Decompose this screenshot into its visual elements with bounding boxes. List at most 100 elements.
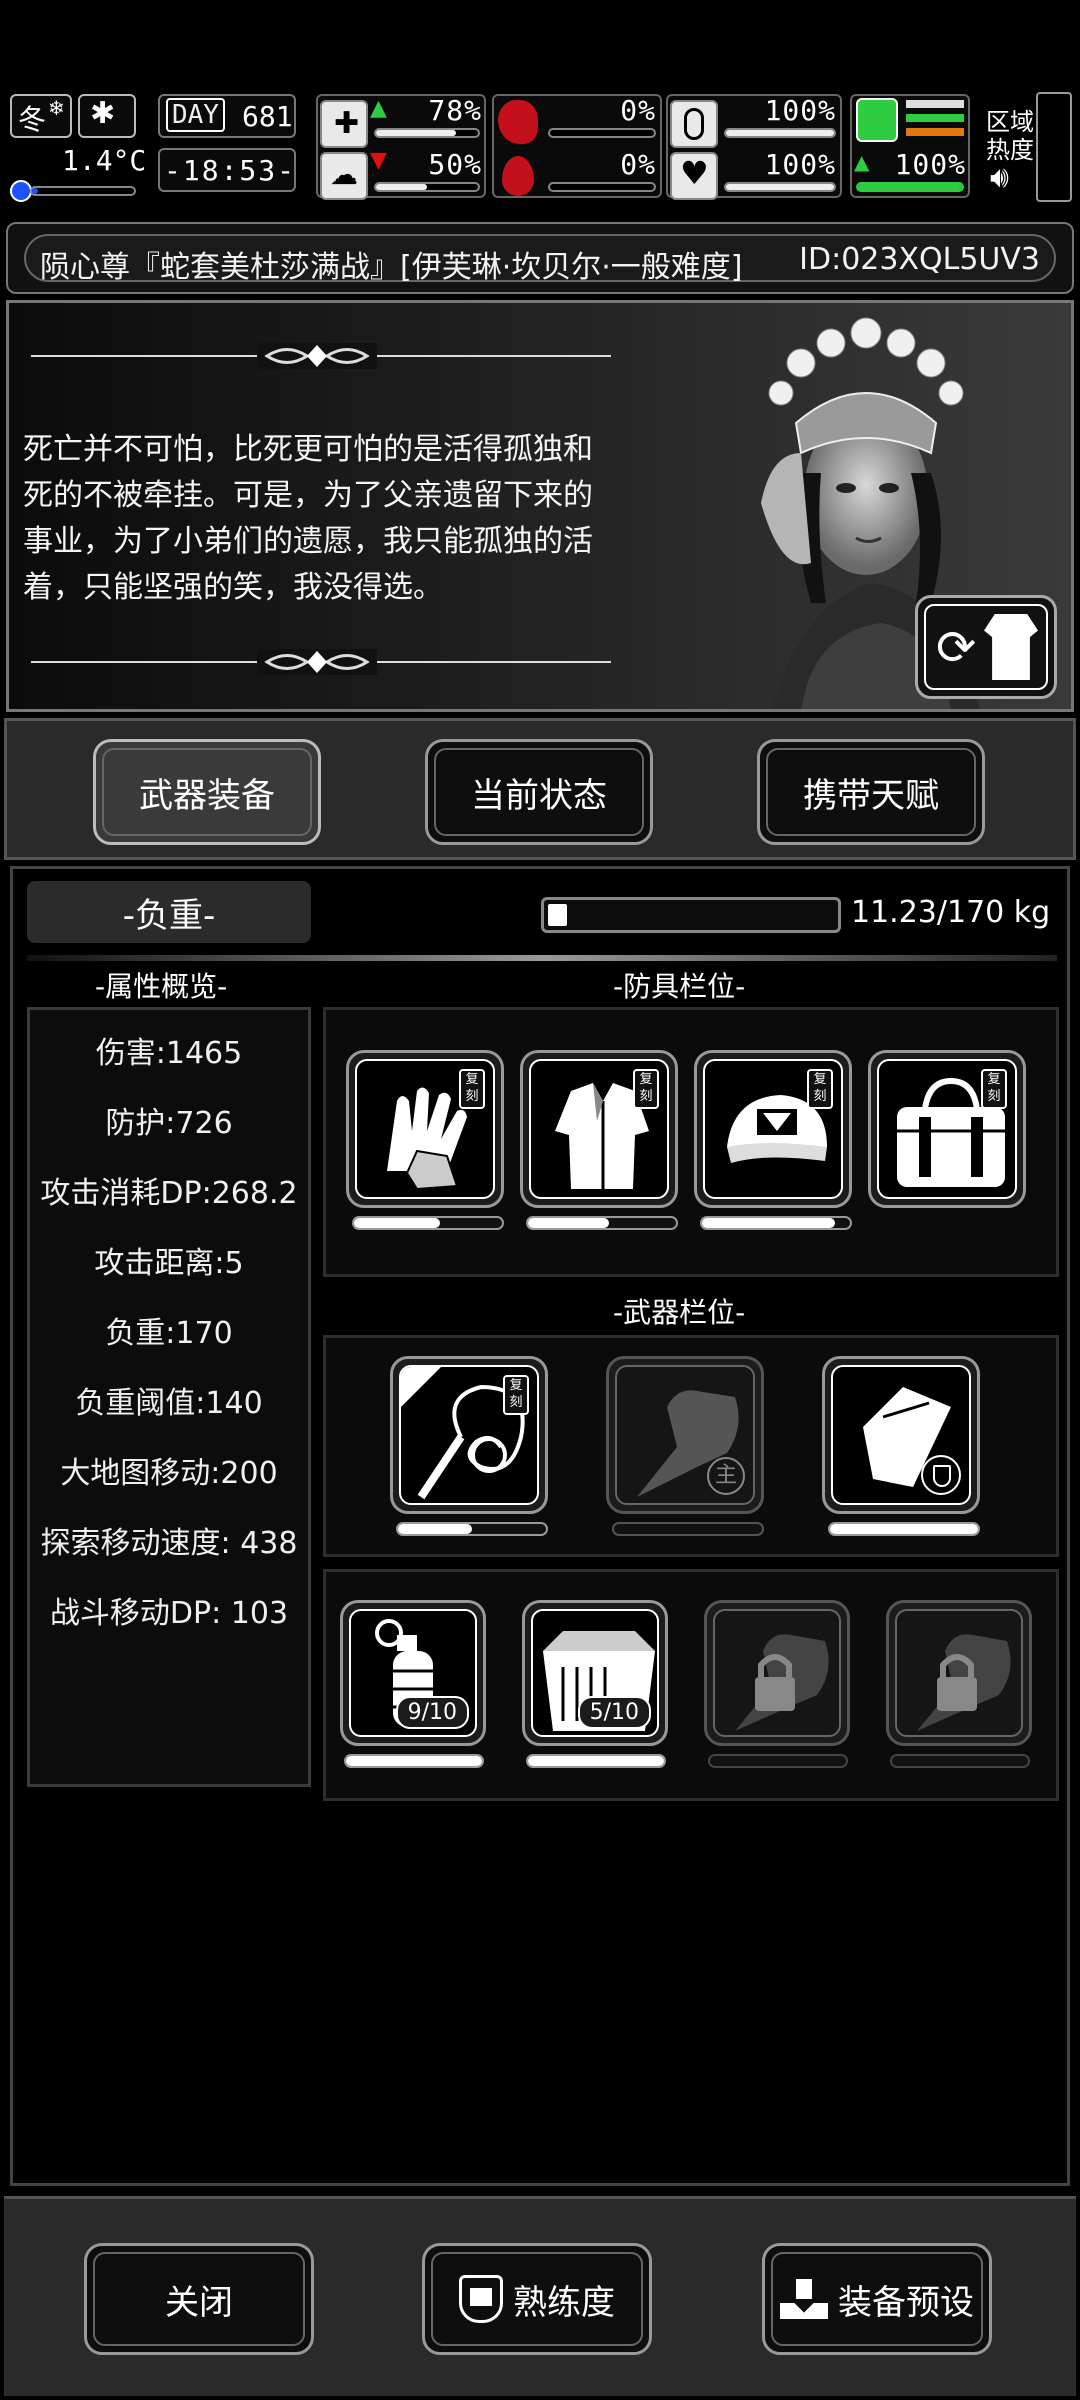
consumable-slot-crate[interactable]: 5/10 <box>522 1600 668 1746</box>
speaker-icon[interactable]: 🔊︎ <box>990 160 1009 195</box>
season-label: 冬 <box>18 103 47 136</box>
health-pct: 78% <box>428 94 482 127</box>
heart-pct: 100% <box>764 148 836 181</box>
wind-icon: ✱ <box>78 94 136 138</box>
brain-bar <box>374 182 480 192</box>
proficiency-icon <box>459 2275 503 2323</box>
medkit-icon: ✚ <box>320 100 368 148</box>
coat-durability <box>526 1216 678 1230</box>
blood-pct: 0% <box>620 148 656 181</box>
attr-map-move: 大地图移动:200 <box>60 1456 278 1491</box>
clock-value: -18:53- <box>164 154 297 187</box>
refresh-icon: ⟳ <box>936 620 977 676</box>
pill-icon <box>670 100 718 148</box>
tab-row: 武器装备 当前状态 携带天赋 <box>4 718 1076 860</box>
preset-icon <box>780 2279 828 2319</box>
armor-slot-bag[interactable]: 复刻 <box>868 1050 1026 1208</box>
lock-icon <box>735 1634 829 1731</box>
health-bar <box>374 128 480 138</box>
consumable-slot-locked-1 <box>704 1600 850 1746</box>
player-id: ID:023XQL5UV3 <box>799 242 1040 277</box>
gloves-durability <box>352 1216 504 1230</box>
main-weapon-durability <box>612 1522 764 1536</box>
clock-box: -18:53- <box>158 148 296 192</box>
stamina-pct: 100% <box>894 148 966 181</box>
preset-label: 装备预设 <box>838 2282 974 2323</box>
thermometer-icon <box>10 180 32 202</box>
attr-explore-speed: 探索移动速度: 438 <box>40 1526 298 1561</box>
close-button[interactable]: 关闭 <box>84 2243 314 2355</box>
attr-carry: 负重:170 <box>105 1316 233 1351</box>
armor-title: -防具栏位- <box>613 970 746 1003</box>
weapon-slot-shield[interactable] <box>822 1356 980 1514</box>
armor-slot-gloves[interactable]: 复刻 <box>346 1050 504 1208</box>
day-label: DAY <box>166 98 225 132</box>
status-bar: 冬 ❄ ✱ 1.4°C DAY 681 -18:53- ✚ ▲ 78% ☁ ▼ … <box>0 88 1080 208</box>
attr-title: -属性概览- <box>95 970 228 1003</box>
day-value: 681 <box>242 100 293 133</box>
character-title: 陨心尊『蛇套美杜莎满战』[伊芙琳·坎贝尔·一般难度] <box>40 250 743 285</box>
blood-drop-icon <box>502 156 534 196</box>
arrow-up-icon: ▲ <box>370 96 387 121</box>
tab-talents-label: 携带天赋 <box>803 775 939 816</box>
weight-bar-fill <box>548 904 567 926</box>
season-badge: 冬 ❄ <box>10 94 72 138</box>
bottom-bar: 关闭 熟练度 装备预设 <box>4 2196 1076 2396</box>
weight-separator <box>27 955 1057 961</box>
weapon-slots: 复刻 主 <box>323 1335 1059 1557</box>
stamina-arrow-up-icon: ▲ <box>854 150 870 174</box>
attr-attack-dp: 攻击消耗DP:268.2 <box>40 1176 298 1211</box>
switch-outfit-button[interactable]: ⟳ <box>915 595 1057 699</box>
equipment-preset-button[interactable]: 装备预设 <box>762 2243 992 2355</box>
stomach-icon <box>498 100 538 144</box>
proficiency-button[interactable]: 熟练度 <box>422 2243 652 2355</box>
brain-icon: ☁ <box>320 152 368 200</box>
cap-durability <box>700 1216 852 1230</box>
equipment-panel: -负重- 11.23/170 kg -属性概览- -防具栏位- 伤害:1465 … <box>10 866 1070 2186</box>
crate-count: 5/10 <box>577 1696 651 1729</box>
weight-bar <box>541 897 841 933</box>
weapon-slot-whip[interactable]: 复刻 <box>390 1356 548 1514</box>
blood-bar <box>548 182 656 192</box>
weight-label: -负重- <box>27 881 311 943</box>
crate-bar <box>526 1754 666 1768</box>
weight-value: 11.23/170 kg <box>851 895 1051 930</box>
consumable-slot-locked-2 <box>886 1600 1032 1746</box>
armor-slot-cap[interactable]: 复刻 <box>694 1050 852 1208</box>
title-bar: 陨心尊『蛇套美杜莎满战』[伊芙琳·坎贝尔·一般难度] ID:023XQL5UV3 <box>6 222 1074 294</box>
locked-bar-2 <box>890 1754 1030 1768</box>
heart-bar <box>724 182 836 192</box>
proficiency-label: 熟练度 <box>513 2282 615 2323</box>
attr-carry-threshold: 负重阈值:140 <box>75 1386 263 1421</box>
zone-heat-meter <box>1036 92 1072 202</box>
title-inner: 陨心尊『蛇套美杜莎满战』[伊芙琳·坎贝尔·一般难度] ID:023XQL5UV3 <box>24 234 1056 285</box>
stamina-stripes <box>906 100 964 140</box>
locked-bar-1 <box>708 1754 848 1768</box>
boot-icon <box>856 98 898 142</box>
ornament-bottom-icon <box>257 649 377 675</box>
replica-tag: 复刻 <box>807 1069 833 1109</box>
consumable-slot-grenade[interactable]: 9/10 <box>340 1600 486 1746</box>
main-weapon-badge: 主 <box>707 1457 745 1495</box>
tab-status[interactable]: 当前状态 <box>425 739 653 845</box>
replica-tag: 复刻 <box>503 1375 529 1415</box>
temperature-bar <box>30 186 136 196</box>
weapon-slot-main-empty[interactable]: 主 <box>606 1356 764 1514</box>
arrow-down-icon: ▼ <box>370 148 387 173</box>
armor-slot-coat[interactable]: 复刻 <box>520 1050 678 1208</box>
pill-bar <box>724 128 836 138</box>
grenade-count: 9/10 <box>395 1696 469 1729</box>
ornament-top-icon <box>257 343 377 369</box>
attr-attack-range: 攻击距离:5 <box>94 1246 244 1281</box>
attr-combat-dp: 战斗移动DP: 103 <box>49 1596 289 1631</box>
whip-durability <box>396 1522 548 1536</box>
weapon-title: -武器栏位- <box>613 1296 746 1329</box>
replica-tag: 复刻 <box>981 1069 1007 1109</box>
tab-status-label: 当前状态 <box>471 775 607 816</box>
close-label: 关闭 <box>165 2282 233 2323</box>
tab-weapons[interactable]: 武器装备 <box>93 739 321 845</box>
temperature-value: 1.4°C <box>62 144 147 177</box>
tab-talents[interactable]: 携带天赋 <box>757 739 985 845</box>
stomach-pct: 0% <box>620 94 656 127</box>
attribute-panel: 伤害:1465 防护:726 攻击消耗DP:268.2 攻击距离:5 负重:17… <box>27 1007 311 1787</box>
